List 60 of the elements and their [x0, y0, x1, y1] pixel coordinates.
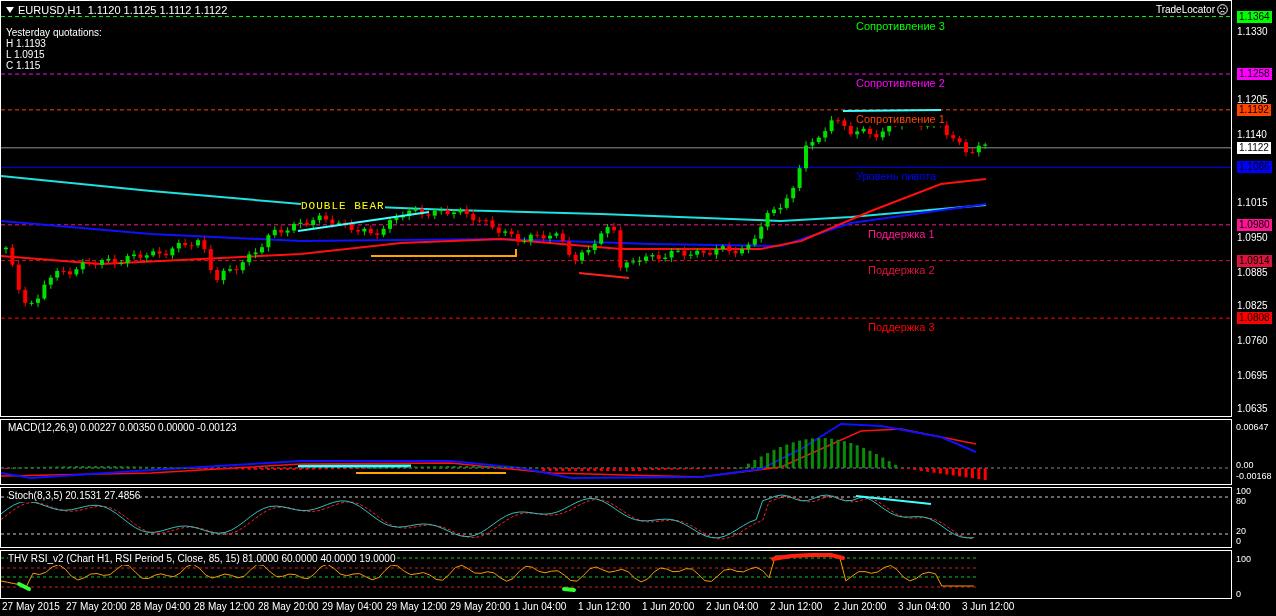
price-tick-label: 1.0825 — [1237, 300, 1268, 311]
time-tick-label: 28 May 20:00 — [258, 600, 320, 614]
price-badge: 1.1258 — [1237, 68, 1272, 81]
time-tick-label: 28 May 12:00 — [194, 600, 256, 614]
indicator-tick-label: 20 — [1236, 527, 1246, 536]
price-badge: 1.0980 — [1237, 218, 1272, 231]
indicator-tick-label: 0 — [1236, 590, 1241, 599]
time-tick-label: 29 May 12:00 — [386, 600, 448, 614]
indicator-tick-label: -0.00168 — [1236, 472, 1272, 481]
price-tick-label: 1.0695 — [1237, 371, 1268, 382]
price-tick-label: 1.1330 — [1237, 27, 1268, 37]
price-tick-label: 1.1140 — [1237, 130, 1267, 141]
time-tick-label: 1 Jun 04:00 — [514, 600, 568, 614]
quote-value: H 1.1193 — [6, 38, 46, 49]
pattern-label: DOUBLE BEAR — [301, 200, 385, 212]
price-badge: 1.1364 — [1237, 10, 1272, 23]
quotes-title: Yesterday quotations: — [6, 27, 102, 38]
level-label: Поддержка 1 — [868, 227, 935, 241]
indicator-name: TradeLocator — [1155, 4, 1215, 15]
time-tick-label: 2 Jun 12:00 — [770, 600, 824, 614]
level-label: Сопротивление 1 — [856, 112, 945, 126]
time-tick-label: 28 May 04:00 — [130, 600, 192, 614]
indicator-title: Stoch(8,3,5) 20.1531 27.4856 — [8, 490, 141, 502]
price-tick-label: 1.0760 — [1237, 336, 1268, 347]
indicator-title: THV RSI_v2 (Chart H1, RSI Period 5, Close, 85, 15) 81.0000 60.0000 40.0000 19.0000 — [8, 553, 396, 565]
quote-value: C 1.115 — [6, 60, 42, 71]
indicator-tick-label: 100 — [1236, 487, 1252, 496]
price-badge: 1.1086 — [1237, 161, 1272, 174]
price-badge: 1.0914 — [1237, 254, 1272, 267]
level-label: Сопротивление 2 — [856, 77, 945, 91]
indicator-tick-label: 0 — [1236, 537, 1241, 546]
price-tick-label: 1.0885 — [1237, 268, 1268, 279]
level-label: Сопротивление 3 — [856, 19, 945, 33]
time-tick-label: 1 Jun 20:00 — [642, 600, 696, 614]
time-tick-label: 2 Jun 04:00 — [706, 600, 760, 614]
price-tick-label: 1.0635 — [1237, 403, 1268, 414]
time-tick-label: 27 May 20:00 — [66, 600, 128, 614]
chart-title: EURUSD,H1 1.1120 1.1125 1.1112 1.1122 — [18, 3, 228, 17]
indicator-tick-label: 80 — [1236, 497, 1246, 506]
time-tick-label: 2 Jun 20:00 — [834, 600, 888, 614]
level-label: Уровень пивота — [856, 170, 937, 184]
level-label: Поддержка 2 — [868, 263, 935, 277]
level-label: Поддержка 3 — [868, 321, 935, 335]
indicator-tick-label: 0.00 — [1236, 461, 1254, 470]
time-tick-label: 29 May 20:00 — [450, 600, 512, 614]
price-tick-label: 1.0950 — [1237, 233, 1268, 244]
time-tick-label: 3 Jun 04:00 — [898, 600, 952, 614]
price-tick-label: 1.1015 — [1237, 197, 1268, 208]
time-tick-label: 27 May 2015 — [2, 600, 61, 614]
price-badge: 1.1122 — [1237, 141, 1271, 154]
indicator-tick-label: 0.00647 — [1236, 423, 1269, 432]
price-badge: 1.1192 — [1237, 103, 1271, 116]
price-badge: 1.0808 — [1237, 312, 1272, 325]
indicator-title: MACD(12,26,9) 0.00227 0.00350 0.00000 -0.00123 — [8, 422, 237, 434]
quote-value: L 1.0915 — [6, 49, 46, 60]
time-tick-label: 29 May 04:00 — [322, 600, 384, 614]
time-tick-label: 1 Jun 12:00 — [578, 600, 632, 614]
price-tick-label: 1.1205 — [1237, 94, 1268, 105]
indicator-tick-label: 100 — [1236, 555, 1252, 564]
time-tick-label: 3 Jun 12:00 — [962, 600, 1016, 614]
